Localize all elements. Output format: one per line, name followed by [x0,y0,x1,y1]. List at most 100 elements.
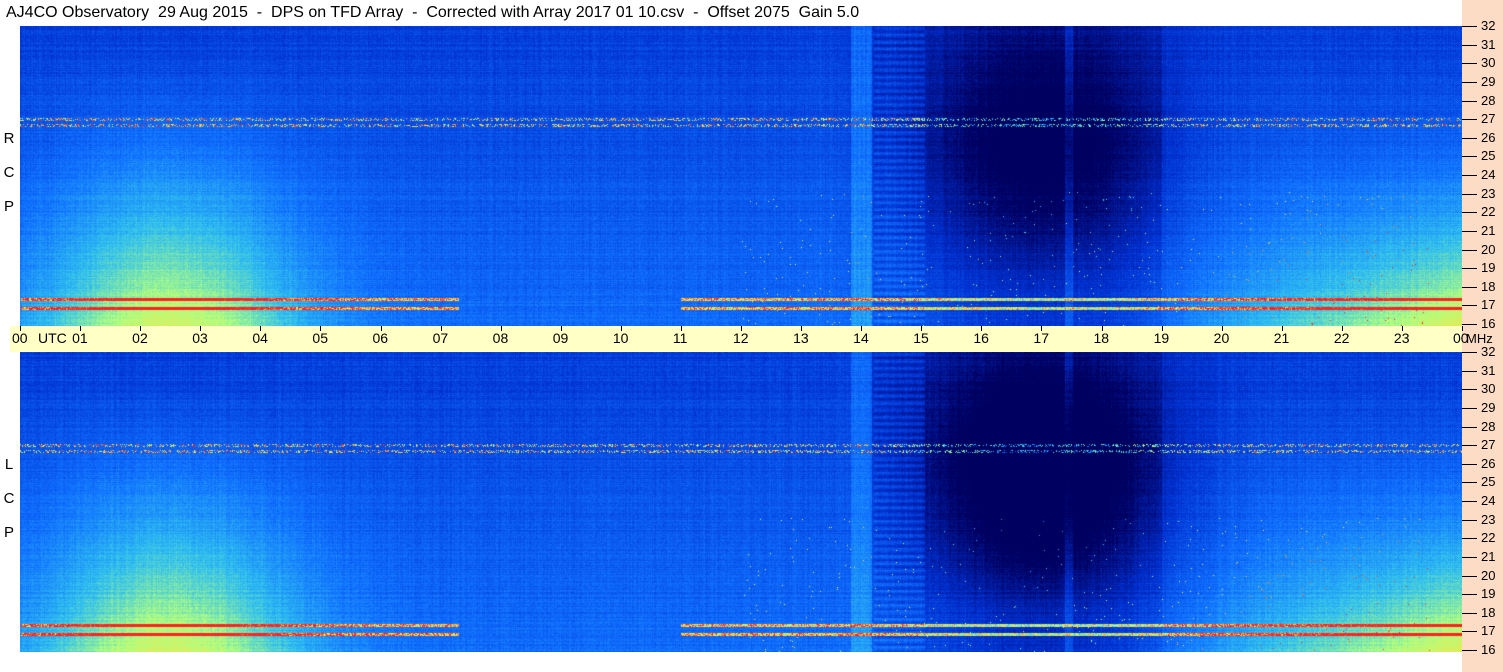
utc-tick-label: 22 [1333,330,1350,346]
utc-tick-label: 16 [973,330,989,346]
frequency-tick-label: 20 [1481,567,1496,583]
frequency-tick-label: 19 [1481,260,1496,276]
frequency-tick-label: 32 [1481,344,1496,359]
frequency-tick-mark [1462,286,1477,288]
utc-tick-label: 00 [12,330,28,346]
frequency-tick-mark [1462,407,1477,409]
utc-tick-label: 11 [672,330,688,346]
polarization-label: P [3,524,14,541]
frequency-tick-mark [1462,519,1477,521]
frequency-tick-label: 20 [1481,241,1496,257]
frequency-tick-mark [1462,501,1477,502]
frequency-tick-mark [1462,249,1477,251]
rcp-spectrogram-canvas [20,26,1462,326]
utc-tick-label: 12 [733,330,749,346]
utc-tick-label: 20 [1213,330,1230,346]
frequency-tick-mark [1462,156,1477,158]
utc-tick-label: 08 [492,330,509,346]
mhz-unit-label: MHz [1466,331,1493,346]
frequency-tick-label: 30 [1481,381,1496,397]
frequency-tick-label: 31 [1481,362,1496,378]
frequency-tick-label: 17 [1481,623,1496,639]
frequency-tick-mark [1462,370,1477,372]
frequency-tick-label: 25 [1481,474,1496,490]
polarization-label: C [3,164,15,181]
polarization-label: L [4,456,14,473]
utc-tick-label: 13 [793,330,809,346]
frequency-tick-label: 16 [1481,316,1496,331]
frequency-tick-label: 29 [1481,73,1496,89]
frequency-tick-mark [1462,631,1477,633]
frequency-tick-mark [1462,175,1477,176]
frequency-tick-mark [1462,352,1477,353]
frequency-tick-label: 23 [1481,511,1496,527]
frequency-tick-mark [1462,463,1477,465]
frequency-tick-mark [1462,426,1477,428]
frequency-tick-mark [1462,63,1477,65]
utc-unit-label: UTC [38,330,67,346]
frequency-tick-label: 18 [1481,604,1496,620]
utc-time-axis: 00 01 02 03 04 05 06 07 08 09 10 11 12 13 14 15 16 17 18 19… [10,326,1469,352]
frequency-tick-mark [1462,26,1477,27]
utc-tick-label: 07 [432,330,449,346]
frequency-tick-mark [1462,193,1477,195]
frequency-tick-label: 27 [1481,437,1496,453]
polarization-label: C [3,490,15,507]
frequency-tick-label: 16 [1481,642,1496,657]
frequency-tick-label: 17 [1481,297,1496,313]
utc-tick-label: 03 [192,330,208,346]
lcp-spectrogram-canvas [20,352,1462,652]
frequency-tick-mark [1462,305,1477,307]
frequency-tick-mark [1462,324,1477,325]
frequency-tick-label: 24 [1481,167,1496,182]
frequency-tick-label: 30 [1481,55,1496,71]
frequency-tick-label: 29 [1481,399,1496,415]
frequency-tick-mark [1462,556,1477,558]
frequency-tick-label: 21 [1481,222,1496,238]
lcp-spectrogram [20,352,1462,652]
frequency-tick-label: 26 [1481,455,1496,471]
frequency-tick-mark [1462,268,1477,270]
utc-tick-label: 14 [853,330,869,346]
frequency-tick-mark [1462,389,1477,391]
frequency-tick-label: 19 [1481,586,1496,602]
frequency-tick-label: 28 [1481,92,1496,108]
utc-tick-label: 23 [1393,330,1410,346]
frequency-tick-label: 28 [1481,418,1496,434]
utc-tick-label: 04 [252,330,268,346]
frequency-tick-label: 22 [1481,530,1496,546]
utc-tick-label: 02 [132,330,148,346]
utc-tick-label: 15 [913,330,929,346]
utc-tick-label: 19 [1153,330,1170,346]
frequency-tick-mark [1462,100,1477,102]
frequency-tick-mark [1462,81,1477,83]
frequency-tick-mark [1462,612,1477,614]
frequency-tick-mark [1462,575,1477,577]
utc-tick-label: 21 [1273,330,1290,346]
utc-tick-label: 01 [72,330,88,346]
frequency-tick-mark [1462,538,1477,540]
frequency-tick-label: 31 [1481,36,1496,52]
utc-tick-label: 06 [372,330,389,346]
frequency-tick-mark [1462,482,1477,484]
utc-tick-label: 18 [1093,330,1110,346]
frequency-tick-label: 18 [1481,278,1496,294]
frequency-tick-label: 25 [1481,148,1496,164]
frequency-tick-mark [1462,445,1477,447]
utc-tick-label: 05 [312,330,328,346]
frequency-tick-mark [1462,230,1477,232]
chart-title: AJ4CO Observatory 29 Aug 2015 - DPS on T… [6,4,860,21]
frequency-tick-label: 27 [1481,111,1496,127]
frequency-tick-label: 23 [1481,185,1496,201]
frequency-tick-mark [1462,212,1477,214]
utc-tick-label: 17 [1033,330,1049,346]
frequency-tick-mark [1462,137,1477,139]
frequency-tick-mark [1462,650,1477,651]
utc-tick-label: 09 [552,330,569,346]
polarization-label: R [3,130,15,147]
utc-tick-label: 10 [612,330,629,346]
frequency-tick-label: 26 [1481,129,1496,145]
frequency-tick-label: 21 [1481,548,1496,564]
frequency-tick-label: 22 [1481,204,1496,220]
frequency-tick-mark [1462,594,1477,596]
